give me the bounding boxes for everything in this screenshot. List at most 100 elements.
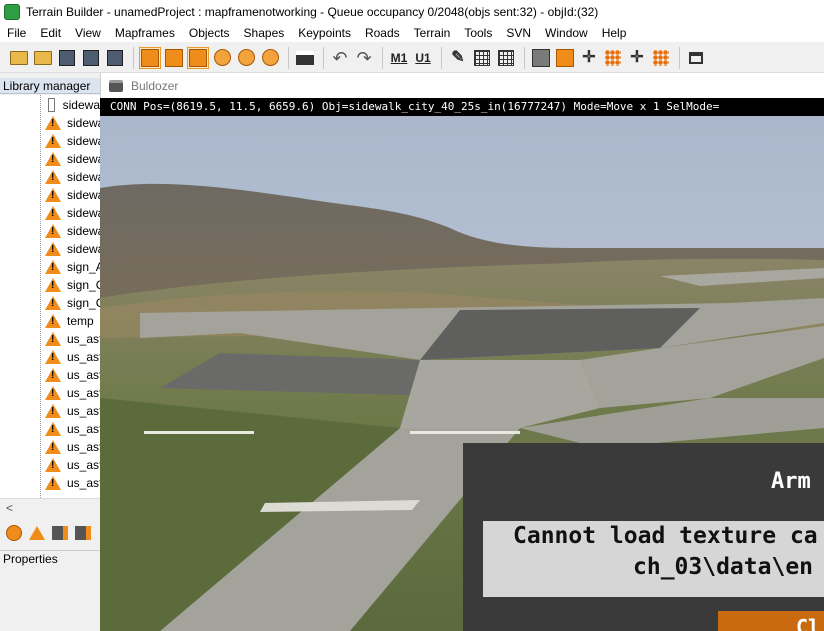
warning-icon — [45, 404, 61, 418]
menu-keypoints[interactable]: Keypoints — [291, 26, 358, 40]
warning-icon — [45, 224, 61, 238]
buldozer-status-line: CONN Pos=(8619.5, 11.5, 6659.6) Obj=side… — [100, 98, 824, 116]
library-item[interactable]: us_asf — [0, 402, 100, 420]
library-item[interactable]: us_asf — [0, 348, 100, 366]
road-marking-1 — [144, 431, 254, 434]
library-item[interactable]: sidewa — [0, 186, 100, 204]
library-item[interactable]: sidewa — [0, 222, 100, 240]
library-item-label: sidewa — [67, 170, 100, 184]
zoom-fit-icon — [261, 49, 279, 66]
mapframe-select-button[interactable] — [187, 46, 209, 69]
add-object-icon — [75, 526, 91, 540]
menu-tools[interactable]: Tools — [457, 26, 499, 40]
new-project-button[interactable] — [8, 47, 30, 69]
library-item-label: us_asf — [67, 368, 100, 382]
library-item[interactable]: us_asf — [0, 438, 100, 456]
library-manager-header: Library manager — [0, 78, 100, 94]
library-item[interactable]: sign_C — [0, 276, 100, 294]
table-button[interactable] — [471, 47, 493, 69]
points-button[interactable] — [602, 47, 624, 69]
library-item-label: temp — [67, 314, 94, 328]
warnings-button[interactable] — [27, 523, 47, 543]
keypoint-button[interactable]: ✛ — [578, 47, 600, 69]
library-item-label: us_asf — [67, 458, 100, 472]
window-button[interactable] — [685, 47, 707, 69]
library-item[interactable]: us_asf — [0, 366, 100, 384]
undo-button[interactable]: ↶ — [329, 47, 351, 69]
menu-file[interactable]: File — [0, 26, 33, 40]
library-item[interactable]: sidewa — [0, 132, 100, 150]
u1-button[interactable]: U1 — [412, 47, 434, 69]
library-item-label: us_asf — [67, 386, 100, 400]
scroll-left-arrow[interactable]: < — [6, 501, 13, 515]
library-item[interactable]: us_asf — [0, 474, 100, 492]
settings-button[interactable] — [104, 47, 126, 69]
m1-icon: M1 — [391, 51, 408, 65]
library-item[interactable]: sidewa — [0, 150, 100, 168]
properties-header: Properties — [0, 550, 100, 566]
library-item[interactable]: sign_C — [0, 294, 100, 312]
toolbar-separator — [288, 46, 289, 69]
library-item-label: sign_C — [67, 296, 100, 310]
points-grid-button[interactable] — [650, 47, 672, 69]
add-object-button[interactable] — [73, 523, 93, 543]
zoom-in-button[interactable] — [211, 47, 233, 69]
library-item[interactable]: sidewa — [0, 96, 100, 114]
library-item[interactable]: us_asf — [0, 420, 100, 438]
add-mapframe-button[interactable] — [139, 46, 161, 69]
mapframe-tool-button[interactable] — [163, 47, 185, 69]
library-item-label: us_asf — [67, 404, 100, 418]
object-cube-orange-button[interactable] — [554, 47, 576, 69]
warning-icon — [45, 116, 61, 130]
menu-shapes[interactable]: Shapes — [237, 26, 292, 40]
settings-icon — [107, 49, 123, 66]
library-item[interactable]: sidewa — [0, 114, 100, 132]
tools-button[interactable]: ✎ — [447, 47, 469, 69]
toolbar-separator — [133, 46, 134, 69]
open-project-button[interactable] — [32, 47, 54, 69]
remove-button[interactable] — [4, 523, 24, 543]
menu-bar: File Edit View Mapframes Objects Shapes … — [0, 23, 824, 42]
menu-help[interactable]: Help — [595, 26, 634, 40]
library-item[interactable]: us_asf — [0, 456, 100, 474]
error-close-button[interactable]: Cl — [718, 611, 824, 631]
object-cube-button[interactable] — [530, 47, 552, 69]
menu-mapframes[interactable]: Mapframes — [108, 26, 182, 40]
warning-icon — [45, 368, 61, 382]
menu-edit[interactable]: Edit — [33, 26, 68, 40]
library-item[interactable]: us_asf — [0, 330, 100, 348]
menu-terrain[interactable]: Terrain — [407, 26, 458, 40]
table-icon — [474, 49, 490, 66]
zoom-fit-button[interactable] — [259, 47, 281, 69]
library-tree[interactable]: sidewa sidewa sidewa sidewa sidewa sidewa side… — [0, 95, 100, 498]
buldozer-button[interactable] — [294, 47, 316, 69]
toolbar-separator — [323, 46, 324, 69]
menu-objects[interactable]: Objects — [182, 26, 237, 40]
library-item[interactable]: sidewa — [0, 240, 100, 258]
menu-window[interactable]: Window — [538, 26, 595, 40]
keypoint-add-button[interactable]: ✛ — [626, 47, 648, 69]
add-library-button[interactable] — [50, 523, 70, 543]
library-item[interactable]: sign_A — [0, 258, 100, 276]
road-marking-2 — [410, 431, 520, 434]
library-toolbar — [0, 519, 100, 547]
redo-button[interactable]: ↷ — [353, 47, 375, 69]
buldozer-viewport[interactable]: CONN Pos=(8619.5, 11.5, 6659.6) Obj=side… — [100, 98, 824, 631]
menu-roads[interactable]: Roads — [358, 26, 407, 40]
library-item[interactable]: us_asf — [0, 384, 100, 402]
warning-icon — [45, 170, 61, 184]
save-button[interactable] — [56, 47, 78, 69]
library-item[interactable]: temp — [0, 312, 100, 330]
zoom-out-button[interactable] — [235, 47, 257, 69]
buldozer-app-icon — [109, 79, 123, 92]
mapframe-add-icon — [141, 48, 159, 67]
library-item-label: us_asf — [67, 422, 100, 436]
save-all-button[interactable] — [80, 47, 102, 69]
library-horizontal-scrollbar[interactable]: < — [0, 498, 100, 516]
library-item[interactable]: sidewa — [0, 168, 100, 186]
menu-view[interactable]: View — [68, 26, 108, 40]
menu-svn[interactable]: SVN — [499, 26, 538, 40]
library-item[interactable]: sidewa — [0, 204, 100, 222]
grid-button[interactable] — [495, 47, 517, 69]
m1-button[interactable]: M1 — [388, 47, 410, 69]
